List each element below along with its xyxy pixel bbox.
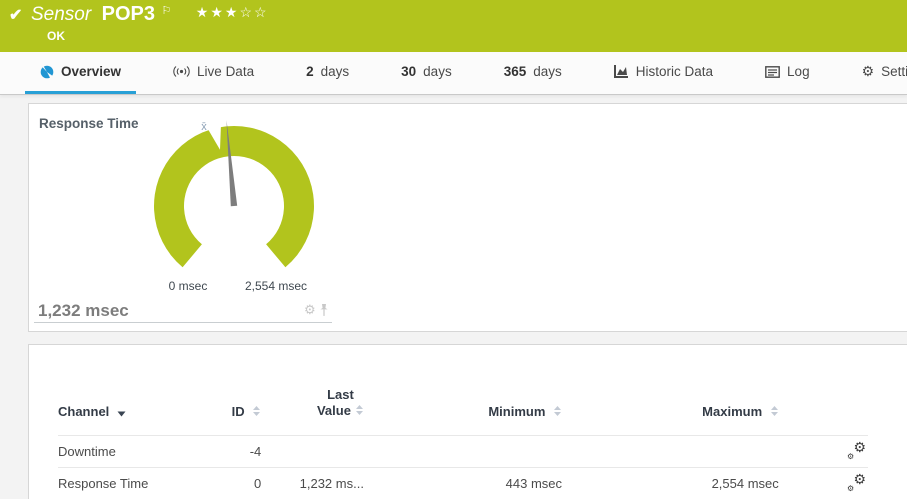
cell-last-value: 1,232 ms... xyxy=(261,468,364,499)
tab-30-days[interactable]: 30 days xyxy=(386,52,467,94)
cell-minimum xyxy=(364,436,562,468)
table-header-row: Channel ID Last Value Minimum xyxy=(58,345,868,436)
channel-settings-icon[interactable]: ⚙ ⚙ xyxy=(846,474,868,491)
historic-chart-icon xyxy=(614,65,629,78)
channel-settings-icon[interactable]: ⚙ ⚙ xyxy=(846,442,868,459)
priority-stars[interactable]: ★★★☆☆ xyxy=(196,4,269,20)
response-time-gauge-panel: Response Time x̄ 0 msec 2,554 msec 1,232… xyxy=(28,103,907,332)
gauge-current-value: 1,232 msec xyxy=(38,301,129,321)
tab-settings[interactable]: ⚙ Settings xyxy=(847,52,907,94)
gear-small-icon: ⚙ xyxy=(847,484,854,493)
tab-log[interactable]: Log xyxy=(750,52,825,94)
last-value-header-label: Last Value xyxy=(317,387,364,419)
tab-log-label: Log xyxy=(787,64,810,79)
gauge-settings-icon[interactable]: ⚙ xyxy=(304,302,316,318)
column-header-channel[interactable]: Channel xyxy=(58,345,203,436)
tab-2-days-label: days xyxy=(321,64,350,79)
table-row-response-time[interactable]: Response Time 0 1,232 ms... 443 msec 2,5… xyxy=(58,468,868,499)
id-header-label: ID xyxy=(232,404,245,419)
flag-icon[interactable]: ⚐ xyxy=(161,5,171,17)
cell-id: 0 xyxy=(203,468,261,499)
table-row-downtime[interactable]: Downtime -4 ⚙ ⚙ xyxy=(58,436,868,468)
sensor-title-prefix: Sensor xyxy=(31,4,91,25)
sensor-title-name: POP3 xyxy=(102,3,155,25)
cell-id: -4 xyxy=(203,436,261,468)
last-header-line1: Last xyxy=(327,387,354,402)
pin-icon[interactable] xyxy=(319,304,329,317)
tab-overview[interactable]: Overview xyxy=(25,52,136,94)
tab-historic-data-label: Historic Data xyxy=(636,64,713,79)
tab-365-days[interactable]: 365 days xyxy=(489,52,577,94)
settings-gear-icon: ⚙ xyxy=(862,63,875,80)
cell-channel[interactable]: Downtime xyxy=(58,436,203,468)
gauge-title: Response Time xyxy=(39,116,139,131)
tab-2-days[interactable]: 2 days xyxy=(291,52,364,94)
cell-last-value xyxy=(261,436,364,468)
log-icon xyxy=(765,66,780,78)
response-time-gauge: x̄ 0 msec 2,554 msec xyxy=(134,114,334,299)
column-header-id[interactable]: ID xyxy=(203,345,261,436)
cell-maximum xyxy=(562,436,779,468)
gauge-min-label: 0 msec xyxy=(169,279,208,293)
column-header-maximum[interactable]: Maximum xyxy=(562,345,779,436)
ok-check-icon: ✔ xyxy=(9,5,22,25)
tab-2-days-num: 2 xyxy=(306,64,314,79)
sort-both-icon xyxy=(252,405,261,417)
page-content: Response Time x̄ 0 msec 2,554 msec 1,232… xyxy=(0,95,907,499)
sort-both-icon xyxy=(553,405,562,417)
status-badge: OK xyxy=(47,29,65,43)
gauge-mean-symbol: x̄ xyxy=(201,121,207,133)
cell-maximum: 2,554 msec xyxy=(562,468,779,499)
channel-header-label: Channel xyxy=(58,404,109,419)
sensor-title: Sensor POP3 ⚐ ★★★☆☆ xyxy=(31,3,269,26)
tab-365-days-num: 365 xyxy=(504,64,527,79)
gauge-cell-divider xyxy=(34,322,332,323)
column-header-last-value[interactable]: Last Value xyxy=(261,345,364,436)
stars-empty: ☆☆ xyxy=(239,4,268,20)
maximum-header-label: Maximum xyxy=(702,404,762,419)
tab-30-days-num: 30 xyxy=(401,64,416,79)
tab-historic-data[interactable]: Historic Data xyxy=(599,52,728,94)
column-header-minimum[interactable]: Minimum xyxy=(364,345,562,436)
channel-table-panel: Channel ID Last Value Minimum xyxy=(28,344,907,499)
gauge-icon xyxy=(40,65,54,79)
tab-bar: Overview Live Data 2 days 30 days 365 da… xyxy=(0,52,907,95)
tab-overview-label: Overview xyxy=(61,64,121,79)
tab-365-days-label: days xyxy=(533,64,562,79)
gauge-max-label: 2,554 msec xyxy=(245,279,307,293)
cell-channel[interactable]: Response Time xyxy=(58,468,203,499)
column-header-actions xyxy=(779,345,868,436)
cell-actions: ⚙ ⚙ xyxy=(779,468,868,499)
tab-live-data[interactable]: Live Data xyxy=(158,52,269,94)
cell-actions: ⚙ ⚙ xyxy=(779,436,868,468)
sensor-status-bar: ✔ Sensor POP3 ⚐ ★★★☆☆ OK xyxy=(0,0,907,52)
channel-table: Channel ID Last Value Minimum xyxy=(58,345,868,499)
tab-live-data-label: Live Data xyxy=(197,64,254,79)
stars-filled: ★★★ xyxy=(196,4,240,20)
gear-big-icon: ⚙ xyxy=(853,439,866,456)
tab-30-days-label: days xyxy=(423,64,452,79)
gauge-cell-icons: ⚙ xyxy=(304,302,329,318)
sort-both-icon xyxy=(770,405,779,417)
sort-desc-icon xyxy=(117,411,126,417)
gear-small-icon: ⚙ xyxy=(847,452,854,461)
tab-settings-label: Settings xyxy=(881,64,907,79)
gear-big-icon: ⚙ xyxy=(853,471,866,488)
live-data-icon xyxy=(173,65,190,78)
minimum-header-label: Minimum xyxy=(488,404,545,419)
last-header-line2: Value xyxy=(317,403,351,418)
sort-both-icon xyxy=(355,404,364,416)
cell-minimum: 443 msec xyxy=(364,468,562,499)
